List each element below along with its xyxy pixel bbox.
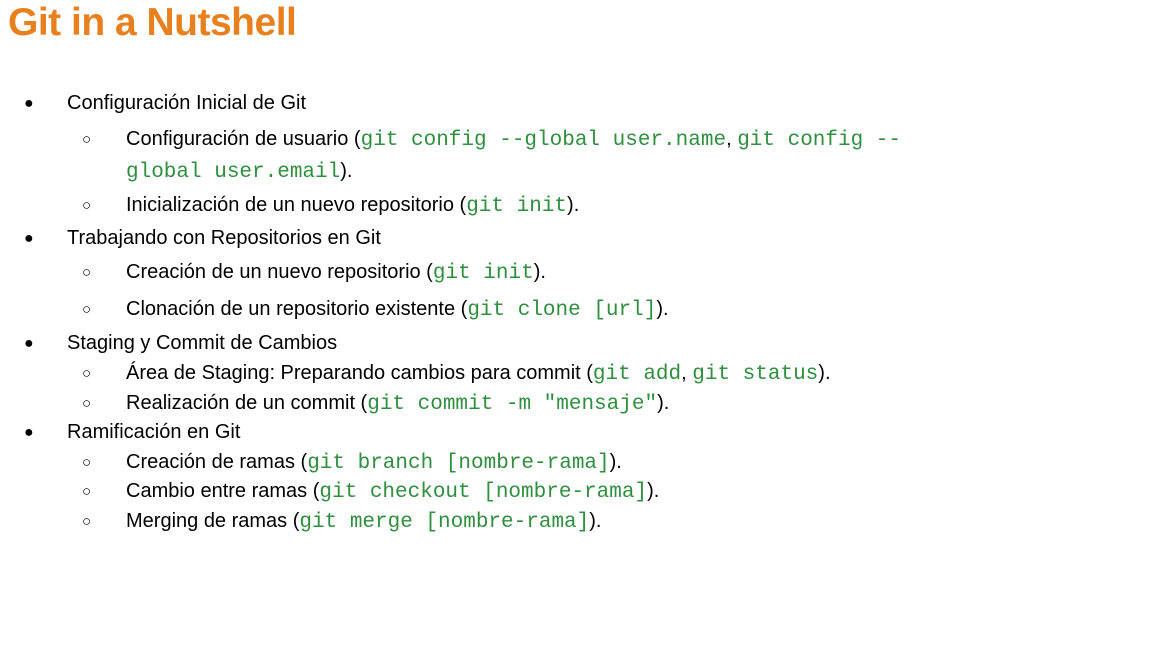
hollow-bullet-icon: ○ xyxy=(82,365,92,382)
item-text: Inicialización de un nuevo repositorio ( xyxy=(126,194,467,216)
code-snippet: git init xyxy=(466,195,568,218)
filled-bullet-icon: ● xyxy=(24,335,34,352)
item-text: Staging y Commit de Cambios xyxy=(67,332,338,354)
bullet-item: ● Staging y Commit de Cambios xyxy=(24,328,338,359)
sub-bullet-item: ○ Configuración de usuario (git config --… xyxy=(82,124,906,188)
hollow-bullet-icon: ○ xyxy=(82,264,92,281)
filled-bullet-icon: ● xyxy=(24,424,34,441)
code-snippet: git checkout [nombre-rama] xyxy=(319,481,648,504)
hollow-bullet-icon: ○ xyxy=(82,483,92,500)
sub-bullet-item: ○ Cambio entre ramas (git checkout [nombr… xyxy=(82,476,906,508)
hollow-bullet-icon: ○ xyxy=(82,301,92,318)
item-text: ). xyxy=(567,194,580,216)
item-text: Área de Staging: Preparando cambios para… xyxy=(126,362,593,384)
filled-bullet-icon: ● xyxy=(24,95,34,112)
item-text: Cambio entre ramas ( xyxy=(126,480,320,502)
item-text: Configuración Inicial de Git xyxy=(67,92,307,114)
item-text: ). xyxy=(656,298,669,320)
item-text: , xyxy=(681,362,693,384)
hollow-bullet-icon: ○ xyxy=(82,131,92,148)
item-text: ). xyxy=(589,510,602,532)
bullet-item: ● Trabajando con Repositorios en Git xyxy=(24,223,381,254)
item-text: Merging de ramas ( xyxy=(126,510,300,532)
code-snippet: git clone [url] xyxy=(467,299,657,322)
code-snippet: git commit -m "mensaje" xyxy=(367,393,658,416)
sub-bullet-item: ○ Realización de un commit (git commit -m… xyxy=(82,388,906,420)
code-snippet: git init xyxy=(432,262,534,285)
item-text: Configuración de usuario ( xyxy=(126,128,361,150)
item-text: Creación de un nuevo repositorio ( xyxy=(126,261,433,283)
hollow-bullet-icon: ○ xyxy=(82,513,92,530)
bullet-item: ● Ramificación en Git xyxy=(24,417,241,448)
sub-bullet-item: ○ Inicialización de un nuevo repositorio … xyxy=(82,190,906,222)
filled-bullet-icon: ● xyxy=(24,230,34,247)
item-text: Ramificación en Git xyxy=(67,421,241,443)
item-text: , xyxy=(726,128,738,150)
slide-title: Git in a Nutshell xyxy=(8,1,297,44)
item-text: Creación de ramas ( xyxy=(126,451,308,473)
hollow-bullet-icon: ○ xyxy=(82,454,92,471)
item-text: ). xyxy=(533,261,546,283)
code-snippet: git add xyxy=(592,363,682,386)
hollow-bullet-icon: ○ xyxy=(82,197,92,214)
item-text: Realización de un commit ( xyxy=(126,392,368,414)
code-snippet: git branch [nombre-rama] xyxy=(307,452,610,475)
item-text: Clonación de un repositorio existente ( xyxy=(126,298,468,320)
sub-bullet-item: ○ Área de Staging: Preparando cambios par… xyxy=(82,358,906,390)
sub-bullet-item: ○ Creación de ramas (git branch [nombre-r… xyxy=(82,447,906,479)
item-text: ). xyxy=(818,362,831,384)
bullet-item: ● Configuración Inicial de Git xyxy=(24,88,307,119)
sub-bullet-item: ○ Creación de un nuevo repositorio (git i… xyxy=(82,257,906,289)
code-snippet: git status xyxy=(692,363,819,386)
code-snippet: git merge [nombre-rama] xyxy=(299,511,590,534)
item-text: ). xyxy=(657,392,670,414)
item-text: Trabajando con Repositorios en Git xyxy=(67,227,381,249)
sub-bullet-item: ○ Merging de ramas (git merge [nombre-ram… xyxy=(82,506,906,538)
hollow-bullet-icon: ○ xyxy=(82,395,92,412)
item-text: ). xyxy=(340,160,353,182)
item-text: ). xyxy=(647,480,660,502)
item-text: ). xyxy=(609,451,622,473)
code-snippet: git config --global user.name xyxy=(360,129,727,152)
sub-bullet-item: ○ Clonación de un repositorio existente (… xyxy=(82,294,906,326)
